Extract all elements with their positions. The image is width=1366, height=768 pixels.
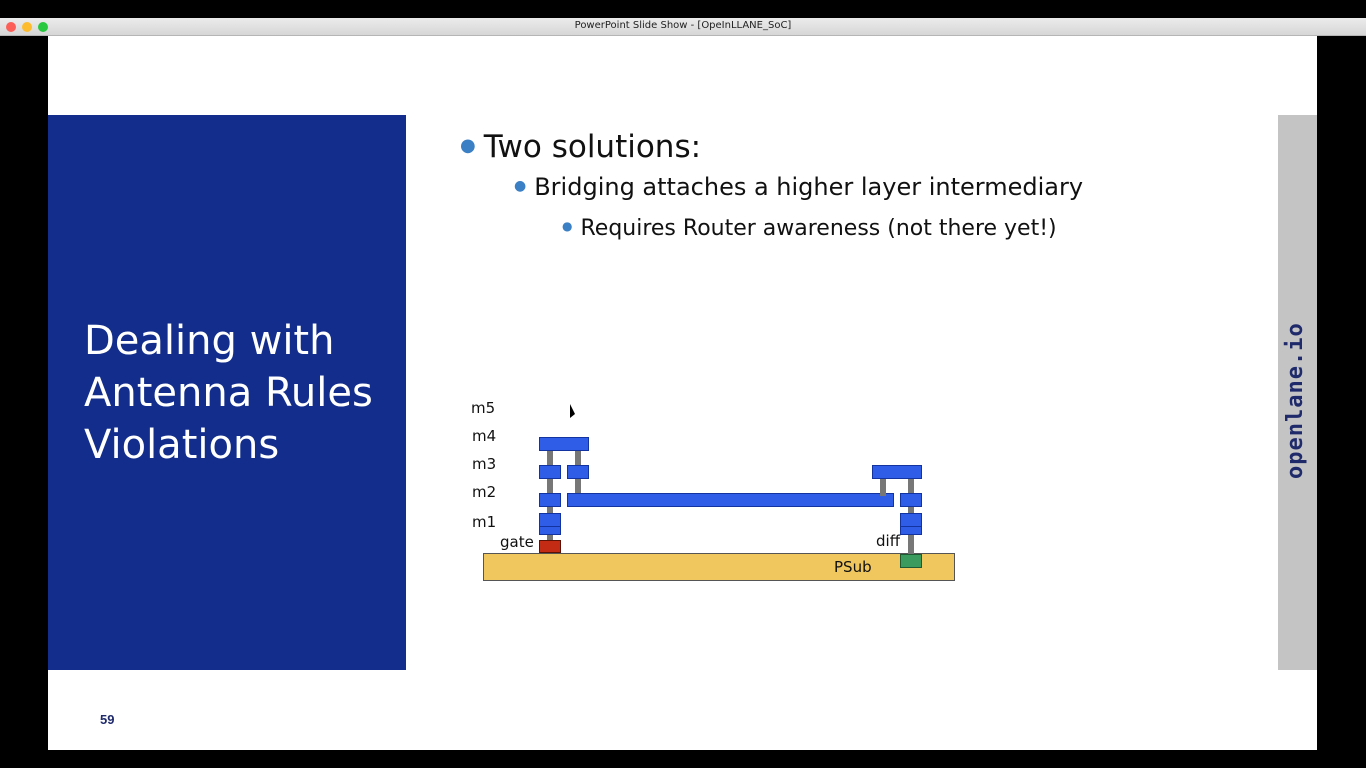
window-titlebar: PowerPoint Slide Show - [OpeInLLANE_SoC] bbox=[0, 18, 1366, 36]
close-window-button[interactable] bbox=[6, 22, 16, 32]
metal-m4-bridge-left bbox=[567, 465, 589, 479]
layer-label-m2: m2 bbox=[472, 483, 497, 501]
slide-title-line-3: Violations bbox=[84, 422, 280, 468]
bullet-level-2: ● Bridging attaches a higher layer interm… bbox=[514, 173, 1083, 201]
metal-m3-gate bbox=[539, 493, 561, 507]
diff-label: diff bbox=[876, 532, 901, 550]
metal-m3-wire bbox=[567, 493, 894, 507]
bullet-level-1-text: Two solutions: bbox=[483, 129, 702, 165]
layer-label-m1: m1 bbox=[472, 513, 497, 531]
slide-number: 59 bbox=[100, 712, 115, 727]
substrate bbox=[483, 553, 955, 581]
metal-m1-gate bbox=[539, 513, 561, 527]
gate-label: gate bbox=[500, 533, 534, 551]
title-panel: Dealing with Antenna Rules Violations bbox=[48, 115, 406, 670]
slide-title-line-1: Dealing with bbox=[84, 318, 335, 364]
bullet-dot-icon: ● bbox=[562, 219, 573, 233]
metal-m5-bridge bbox=[539, 437, 589, 451]
diff-region bbox=[900, 554, 922, 568]
bullet-dot-icon: ● bbox=[514, 178, 527, 194]
substrate-label: PSub bbox=[834, 558, 872, 576]
window-title: PowerPoint Slide Show - [OpeInLLANE_SoC] bbox=[574, 20, 792, 31]
slide[interactable]: Dealing with Antenna Rules Violations op… bbox=[48, 36, 1317, 750]
antenna-bridging-diagram: m5 m4 m3 m2 m1 gate diff PSub bbox=[468, 392, 968, 592]
bullet-level-3: ● Requires Router awareness (not there ye… bbox=[562, 216, 1057, 241]
metal-m4-gate bbox=[539, 465, 561, 479]
layer-label-m5: m5 bbox=[471, 399, 496, 417]
gate-region bbox=[539, 540, 561, 553]
metal-m1-diff bbox=[900, 513, 922, 527]
metal-m4-diff bbox=[872, 465, 922, 479]
brand-text: openlane.io bbox=[1283, 322, 1308, 479]
zoom-window-button[interactable] bbox=[38, 22, 48, 32]
slide-title: Dealing with Antenna Rules Violations bbox=[84, 315, 373, 471]
bridge-via-right bbox=[880, 476, 886, 496]
metal-m3-diff bbox=[900, 493, 922, 507]
mouse-pointer-icon bbox=[570, 404, 575, 418]
bullet-level-1: ● Two solutions: bbox=[460, 129, 701, 165]
layer-label-m4: m4 bbox=[472, 427, 497, 445]
bullet-dot-icon: ● bbox=[460, 135, 476, 156]
layer-label-m3: m3 bbox=[472, 455, 497, 473]
bullet-level-2-text: Bridging attaches a higher layer interme… bbox=[534, 173, 1084, 201]
bullet-level-3-text: Requires Router awareness (not there yet… bbox=[580, 216, 1057, 241]
minimize-window-button[interactable] bbox=[22, 22, 32, 32]
slide-title-line-2: Antenna Rules bbox=[84, 370, 373, 416]
